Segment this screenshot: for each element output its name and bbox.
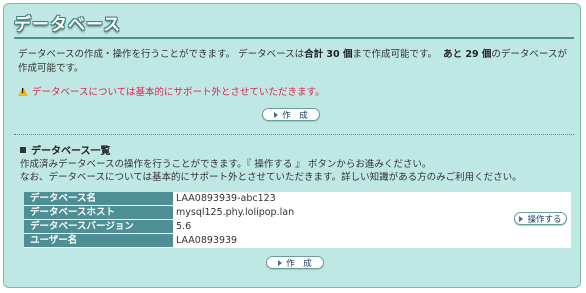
operate-button[interactable]: 操作する <box>514 212 567 225</box>
table-row: ユーザー名 LAA0893939 <box>24 234 571 248</box>
intro-part1: データベースの作成・操作を行うことができます。 データベースは <box>18 49 305 60</box>
square-bullet-icon <box>20 146 26 153</box>
row-header: データベースホスト <box>24 206 173 220</box>
title-divider <box>14 37 574 39</box>
operate-button-label: 操作する <box>527 214 562 225</box>
triangle-right-icon <box>519 215 524 222</box>
row-header: データベースバージョン <box>24 220 173 234</box>
warning-icon <box>18 86 28 96</box>
row-value: LAA0893939-abc123 <box>176 193 276 204</box>
row-value: LAA0893939 <box>176 235 238 246</box>
warning-text: データベースについては基本的にサポート外とさせていただきます。 <box>32 87 325 98</box>
row-header: ユーザー名 <box>24 234 173 248</box>
list-section-title: データベース一覧 <box>20 142 111 157</box>
list-desc-line2: なお、データベースについては基本的にサポート外とさせていただきます。詳しい知識が… <box>20 172 522 183</box>
create-button-label: 作 成 <box>282 110 308 121</box>
triangle-right-icon <box>278 259 283 266</box>
total-count: 合計 30 個 <box>304 49 353 60</box>
row-value: mysql125.phy.lolipop.lan <box>176 207 295 218</box>
list-desc-line1: 作成済みデータベースの操作を行うことができます。『 操作する 』 ボタンからお進… <box>20 159 432 170</box>
list-description: 作成済みデータベースの操作を行うことができます。『 操作する 』 ボタンからお進… <box>20 158 576 184</box>
database-panel: データベース データベースの作成・操作を行うことができます。 データベースは合計… <box>3 3 581 288</box>
intro-text: データベースの作成・操作を行うことができます。 データベースは合計 30 個まで… <box>18 48 574 76</box>
row-value: 5.6 <box>176 221 192 232</box>
table-row: データベースホスト mysql125.phy.lolipop.lan <box>24 206 571 220</box>
create-button-top[interactable]: 作 成 <box>262 108 320 121</box>
row-header: データベース名 <box>24 192 173 206</box>
table-row: データベース名 LAA0893939-abc123 <box>24 192 571 206</box>
create-button-bottom[interactable]: 作 成 <box>266 256 324 269</box>
page-title: データベース <box>14 15 122 35</box>
list-section-title-text: データベース一覧 <box>31 146 111 157</box>
create-button-label: 作 成 <box>286 258 312 269</box>
triangle-right-icon <box>274 111 279 118</box>
remaining-count: あと 29 個 <box>443 49 492 60</box>
support-warning: データベースについては基本的にサポート外とさせていただきます。 <box>18 84 325 98</box>
table-row: データベースバージョン 5.6 <box>24 220 571 234</box>
section-divider <box>14 134 574 135</box>
database-table: データベース名 LAA0893939-abc123 データベースホスト mysq… <box>24 192 571 248</box>
intro-part2: まで作成可能です。 <box>352 49 438 60</box>
